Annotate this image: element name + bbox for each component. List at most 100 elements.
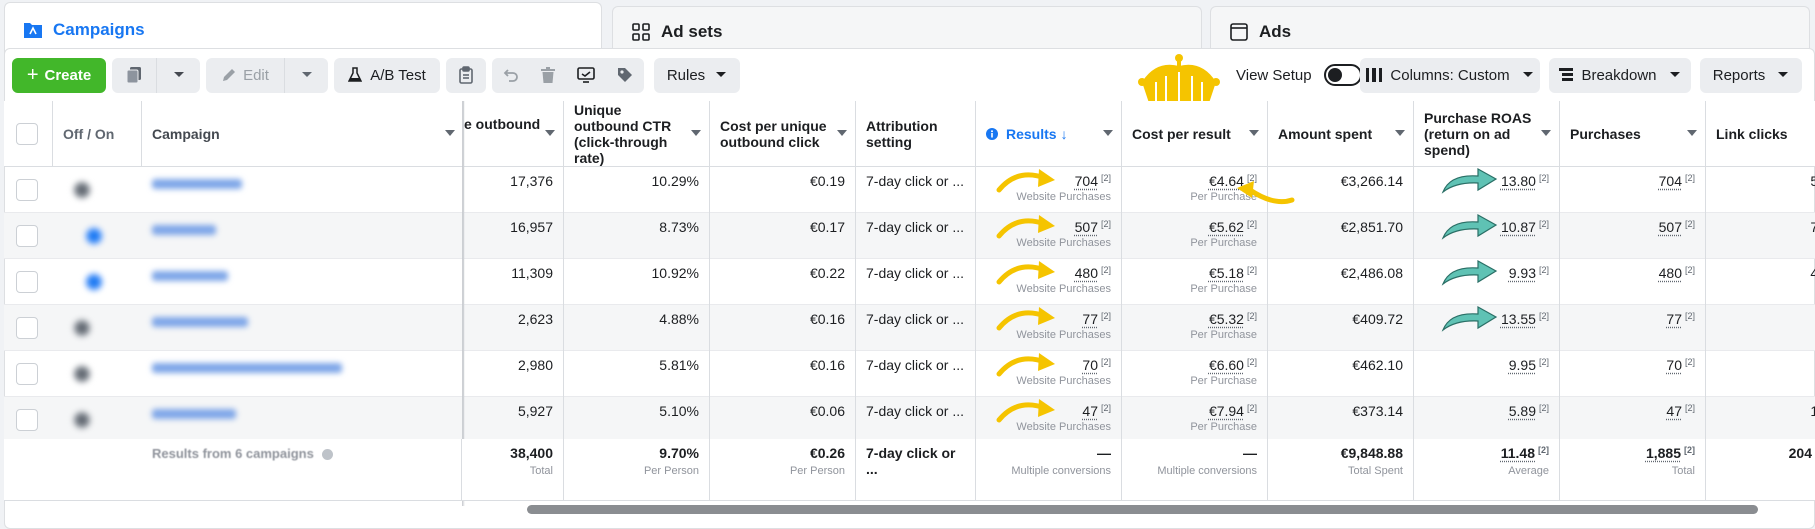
row-checkbox[interactable] bbox=[16, 271, 38, 293]
cell-purchases[interactable]: 704 bbox=[1659, 173, 1682, 189]
campaign-name-link[interactable] bbox=[152, 271, 228, 281]
horizontal-scrollbar[interactable] bbox=[527, 505, 1758, 514]
table-row[interactable]: 11,309 10.92% €0.22 7-day click or ... 480 [2… bbox=[4, 259, 1815, 305]
edit-button[interactable]: Edit bbox=[206, 57, 328, 93]
cell-ctr: 10.29% bbox=[651, 173, 699, 189]
totals-outbound-sub: Total bbox=[529, 465, 553, 477]
cell-roas[interactable]: 13.55 bbox=[1501, 311, 1536, 327]
teal-arrow-icon bbox=[1440, 258, 1500, 293]
cell-results[interactable]: 70 bbox=[1082, 357, 1098, 373]
yellow-arrow-icon bbox=[995, 212, 1059, 247]
campaign-toggle[interactable] bbox=[73, 411, 91, 429]
view-setup-toggle[interactable] bbox=[1323, 64, 1362, 86]
reports-button[interactable]: Reports bbox=[1700, 57, 1802, 93]
ad-window-icon bbox=[1229, 22, 1249, 42]
header-unique-ctr[interactable]: Unique outbound CTR (click-through rate) bbox=[564, 101, 710, 167]
cell-roas[interactable]: 5.89 bbox=[1509, 403, 1536, 419]
cell-cpr[interactable]: €5.32 bbox=[1209, 311, 1244, 327]
sort-caret-icon bbox=[1395, 130, 1405, 136]
cell-cpr[interactable]: €5.18 bbox=[1209, 265, 1244, 281]
view-setup: View Setup bbox=[1236, 57, 1362, 93]
campaign-toggle[interactable] bbox=[73, 365, 91, 383]
totals-ctr: 9.70% Per Person bbox=[564, 439, 710, 501]
cell-results[interactable]: 704 bbox=[1075, 173, 1098, 189]
header-attribution[interactable]: Attribution setting bbox=[856, 101, 976, 167]
campaign-toggle[interactable] bbox=[85, 227, 103, 245]
campaign-toggle[interactable] bbox=[73, 319, 91, 337]
ab-test-button[interactable]: A/B Test bbox=[334, 57, 440, 93]
cell-roas[interactable]: 9.95 bbox=[1509, 357, 1536, 373]
cell-roas[interactable]: 9.93 bbox=[1509, 265, 1536, 281]
totals-roas-value[interactable]: 11.48 bbox=[1501, 445, 1535, 461]
campaign-name-link[interactable] bbox=[152, 317, 248, 327]
row-checkbox[interactable] bbox=[16, 179, 38, 201]
header-results[interactable]: Results ↓ bbox=[976, 101, 1122, 167]
footnote-marker: [2] bbox=[1538, 173, 1549, 183]
duplicate-button[interactable] bbox=[112, 57, 200, 93]
cell-purchases[interactable]: 70 bbox=[1666, 357, 1682, 373]
cell-purchases[interactable]: 47 bbox=[1666, 403, 1682, 419]
cell-ctr: 8.73% bbox=[659, 219, 699, 235]
cell-cpr[interactable]: €6.60 bbox=[1209, 357, 1244, 373]
table-row[interactable]: 2,980 5.81% €0.16 7-day click or ... 70 [2] We… bbox=[4, 351, 1815, 397]
sort-caret-icon bbox=[1541, 130, 1551, 136]
edit-chevron-down-icon[interactable] bbox=[285, 71, 328, 79]
cell-roas[interactable]: 13.80 bbox=[1501, 173, 1536, 189]
right-toolbar: Columns: Custom Breakdown Reports bbox=[1360, 57, 1808, 93]
cell-purchases[interactable]: 507 bbox=[1659, 219, 1682, 235]
header-purchases[interactable]: Purchases bbox=[1560, 101, 1706, 167]
breakdown-button[interactable]: Breakdown bbox=[1549, 57, 1691, 93]
header-campaign[interactable]: Campaign bbox=[142, 101, 464, 167]
preview-icon[interactable] bbox=[577, 67, 595, 83]
ab-test-label: A/B Test bbox=[370, 66, 426, 84]
chevron-down-icon[interactable] bbox=[157, 71, 200, 79]
clipboard-icon bbox=[459, 66, 473, 84]
select-all-checkbox[interactable] bbox=[16, 123, 38, 145]
campaign-name-link[interactable] bbox=[152, 179, 242, 189]
tag-icon[interactable] bbox=[617, 67, 633, 83]
clipboard-button[interactable] bbox=[446, 57, 486, 93]
cell-cpr[interactable]: €7.94 bbox=[1209, 403, 1244, 419]
header-cost-unique[interactable]: Cost per unique outbound click bbox=[710, 101, 856, 167]
totals-purchases-value[interactable]: 1,885 bbox=[1646, 445, 1681, 461]
table-row[interactable]: 16,957 8.73% €0.17 7-day click or ... 507 [2]… bbox=[4, 213, 1815, 259]
campaign-toggle[interactable] bbox=[73, 181, 91, 199]
trash-icon[interactable] bbox=[541, 67, 555, 83]
campaign-name-link[interactable] bbox=[152, 225, 216, 235]
cell-ctr: 10.92% bbox=[651, 265, 699, 281]
cell-results[interactable]: 480 bbox=[1075, 265, 1098, 281]
row-checkbox[interactable] bbox=[16, 409, 38, 431]
table-row[interactable]: 2,623 4.88% €0.16 7-day click or ... 77 [2] We… bbox=[4, 305, 1815, 351]
table-row[interactable]: 5,927 5.10% €0.06 7-day click or ... 47 [2] We… bbox=[4, 397, 1815, 443]
campaign-name-link[interactable] bbox=[152, 363, 342, 373]
cell-results[interactable]: 507 bbox=[1075, 219, 1098, 235]
teal-arrow-icon bbox=[1440, 304, 1500, 339]
cell-purchases[interactable]: 77 bbox=[1666, 311, 1682, 327]
header-link-clicks[interactable]: Link clicks bbox=[1706, 101, 1815, 167]
columns-button[interactable]: Columns: Custom bbox=[1360, 57, 1540, 93]
row-checkbox[interactable] bbox=[16, 317, 38, 339]
rules-button[interactable]: Rules bbox=[654, 57, 740, 93]
row-checkbox[interactable] bbox=[16, 363, 38, 385]
header-amount-spent-label: Amount spent bbox=[1278, 125, 1373, 142]
header-amount-spent[interactable]: Amount spent bbox=[1268, 101, 1414, 167]
header-roas-label: Purchase ROAS (return on ad spend) bbox=[1424, 109, 1532, 158]
cell-results[interactable]: 47 bbox=[1082, 403, 1098, 419]
undo-icon[interactable] bbox=[503, 67, 519, 83]
row-checkbox[interactable] bbox=[16, 225, 38, 247]
campaign-name-link[interactable] bbox=[152, 409, 236, 419]
totals-link-value: 204 bbox=[1788, 445, 1812, 461]
cell-roas[interactable]: 10.87 bbox=[1501, 219, 1536, 235]
cell-cpr[interactable]: €5.62 bbox=[1209, 219, 1244, 235]
cell-purchases[interactable]: 480 bbox=[1659, 265, 1682, 281]
cell-results[interactable]: 77 bbox=[1082, 311, 1098, 327]
table-row[interactable]: 17,376 10.29% €0.19 7-day click or ... 704 [2… bbox=[4, 167, 1815, 213]
header-unique-outbound[interactable]: e outbound bbox=[464, 101, 564, 167]
cell-cpr-sub: Per Purchase bbox=[1190, 283, 1257, 295]
tab-ad-sets-label: Ad sets bbox=[661, 21, 723, 41]
header-cost-per-result[interactable]: Cost per result bbox=[1122, 101, 1268, 167]
cell-link: 16 bbox=[1810, 403, 1815, 419]
header-roas[interactable]: Purchase ROAS (return on ad spend) bbox=[1414, 101, 1560, 167]
campaign-toggle[interactable] bbox=[85, 273, 103, 291]
create-button[interactable]: + Create bbox=[12, 57, 106, 93]
